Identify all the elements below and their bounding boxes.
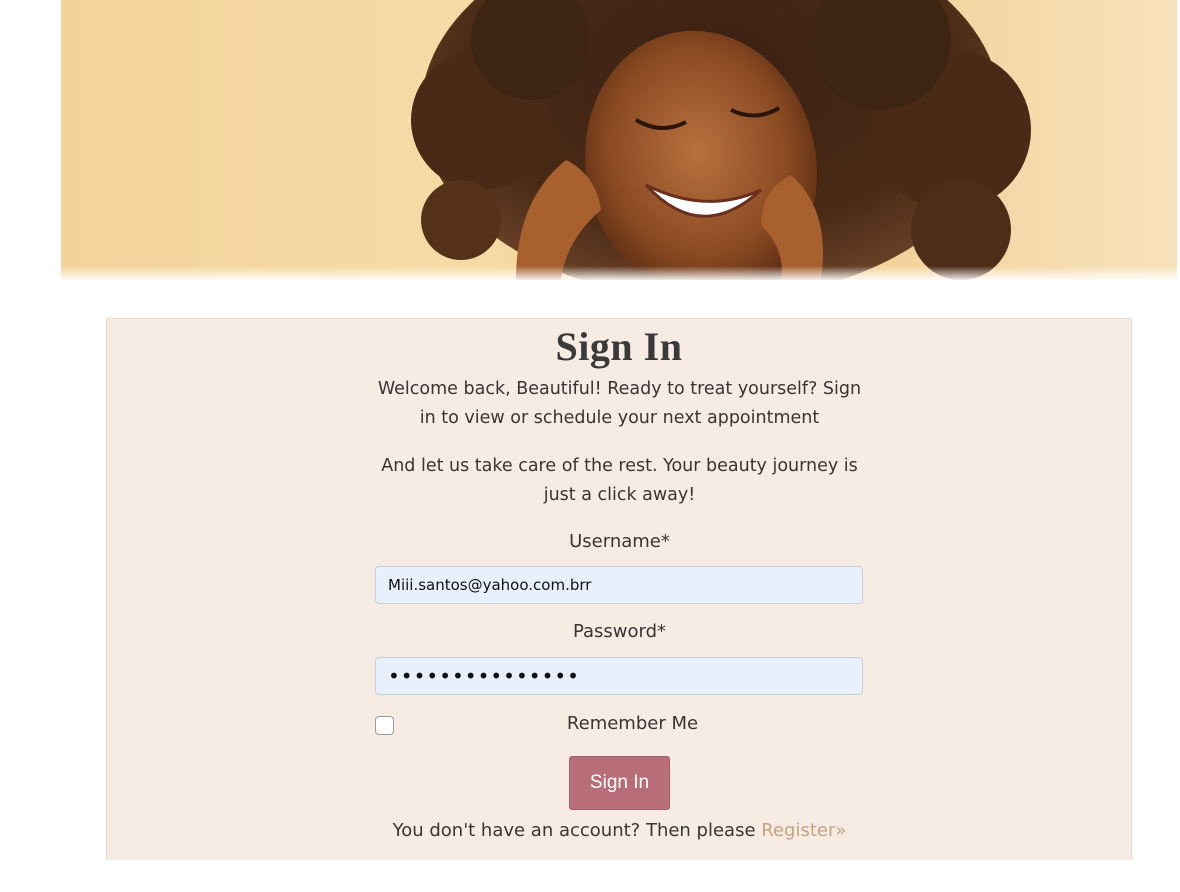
welcome-text: Welcome back, Beautiful! Ready to treat … <box>377 379 862 428</box>
care-text: And let us take care of the rest. Your b… <box>381 456 858 505</box>
hero-photo <box>411 0 1031 280</box>
username-label: Username* <box>569 531 670 552</box>
password-label: Password* <box>572 621 667 642</box>
remember-me-label: Remember Me <box>566 713 699 734</box>
register-prompt: You don't have an account? Then please R… <box>275 816 964 845</box>
username-input[interactable] <box>375 566 863 604</box>
page-title: Sign In <box>555 324 683 369</box>
register-link[interactable]: Register» <box>761 820 846 841</box>
signin-card: Sign In Welcome back, Beautiful! Ready t… <box>106 318 1132 860</box>
signin-button[interactable]: Sign In <box>569 756 670 810</box>
hero-banner <box>61 0 1177 280</box>
hero-bottom-fade <box>61 266 1177 280</box>
password-input[interactable]: ••••••••••••••• <box>375 657 863 695</box>
register-prompt-text: You don't have an account? Then please <box>392 820 762 841</box>
remember-me-checkbox[interactable] <box>375 716 394 735</box>
